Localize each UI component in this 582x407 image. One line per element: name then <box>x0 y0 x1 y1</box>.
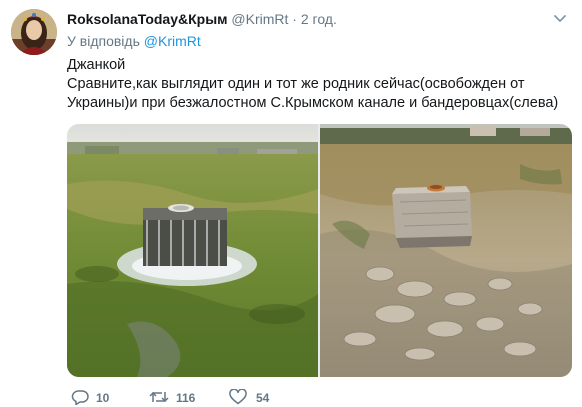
avatar[interactable] <box>11 9 57 55</box>
reply-mention-link[interactable]: @KrimRt <box>144 33 201 49</box>
tweet-text-line-2: Сравните,как выглядит один и тот же родн… <box>67 76 559 111</box>
reply-context: У відповідь @KrimRt <box>67 32 201 50</box>
reply-icon <box>71 390 89 405</box>
author-name[interactable]: RoksolanaToday&Крым <box>67 11 228 27</box>
author-handle[interactable]: @KrimRt <box>231 11 288 27</box>
reply-count: 10 <box>96 391 110 405</box>
retweet-count: 116 <box>176 391 196 405</box>
chevron-down-icon[interactable] <box>552 10 568 26</box>
like-icon <box>229 389 247 405</box>
separator-dot: · <box>292 11 297 27</box>
tweet-header: RoksolanaToday&Крым @KrimRt · 2 год. <box>67 10 337 28</box>
tweet-text: Джанкой Сравните,как выглядит один и тот… <box>67 56 572 113</box>
like-count: 54 <box>256 391 270 405</box>
retweet-icon <box>149 391 169 403</box>
photo-spring-before[interactable] <box>67 124 318 377</box>
photo-spring-now[interactable] <box>320 124 572 377</box>
media-grid <box>67 124 572 377</box>
tweet-timestamp[interactable]: 2 год. <box>301 11 337 27</box>
reply-prefix: У відповідь <box>67 33 140 49</box>
tweet-text-line-1: Джанкой <box>67 57 126 73</box>
